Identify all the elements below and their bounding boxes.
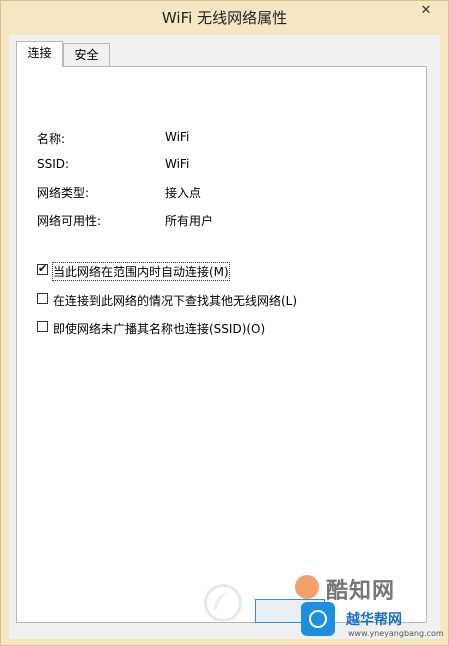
network-type-value: 接入点 bbox=[165, 186, 202, 200]
brand-logo-icon bbox=[295, 575, 319, 599]
dialog-client-area: 连接 安全 名称: WiFi SSID: WiFi 网络类型: 接入点 网络可用… bbox=[9, 35, 440, 639]
network-availability-value: 所有用户 bbox=[165, 214, 214, 228]
find-other-networks-label[interactable]: 在连接到此网络的情况下查找其他无线网络(L) bbox=[53, 292, 297, 309]
close-icon[interactable]: ✕ bbox=[413, 2, 439, 20]
connection-tab-panel: 名称: WiFi SSID: WiFi 网络类型: 接入点 网络可用性: 所有用… bbox=[16, 66, 427, 623]
window-title: WiFi 无线网络属性 bbox=[161, 9, 288, 27]
watermark-url: www.yneyangbang.com bbox=[348, 629, 444, 638]
properties-dialog: WiFi 无线网络属性 ✕ 连接 安全 名称: WiFi SSID: WiFi … bbox=[0, 0, 449, 646]
network-type-label: 网络类型: bbox=[37, 186, 90, 200]
name-value: WiFi bbox=[165, 130, 190, 144]
network-availability-label: 网络可用性: bbox=[37, 214, 102, 228]
wifi-badge-icon bbox=[301, 602, 335, 636]
ssid-value: WiFi bbox=[165, 157, 190, 171]
title-bar: WiFi 无线网络属性 ✕ bbox=[1, 1, 448, 35]
auto-connect-checkbox[interactable] bbox=[37, 262, 48, 275]
watermark-site: 越华帮网 bbox=[346, 612, 402, 628]
leaf-logo-icon bbox=[204, 584, 242, 622]
tab-security[interactable]: 安全 bbox=[63, 43, 110, 66]
tab-connection[interactable]: 连接 bbox=[16, 41, 63, 67]
hidden-ssid-label[interactable]: 即使网络未广播其名称也连接(SSID)(O) bbox=[53, 320, 265, 337]
hidden-ssid-checkbox[interactable] bbox=[37, 321, 48, 332]
watermark-brand: 酷知网 bbox=[326, 579, 396, 604]
ssid-label: SSID: bbox=[37, 157, 70, 171]
auto-connect-label[interactable]: 当此网络在范围内时自动连接(M) bbox=[52, 262, 230, 281]
find-other-networks-checkbox[interactable] bbox=[37, 293, 48, 304]
name-label: 名称: bbox=[37, 132, 66, 146]
